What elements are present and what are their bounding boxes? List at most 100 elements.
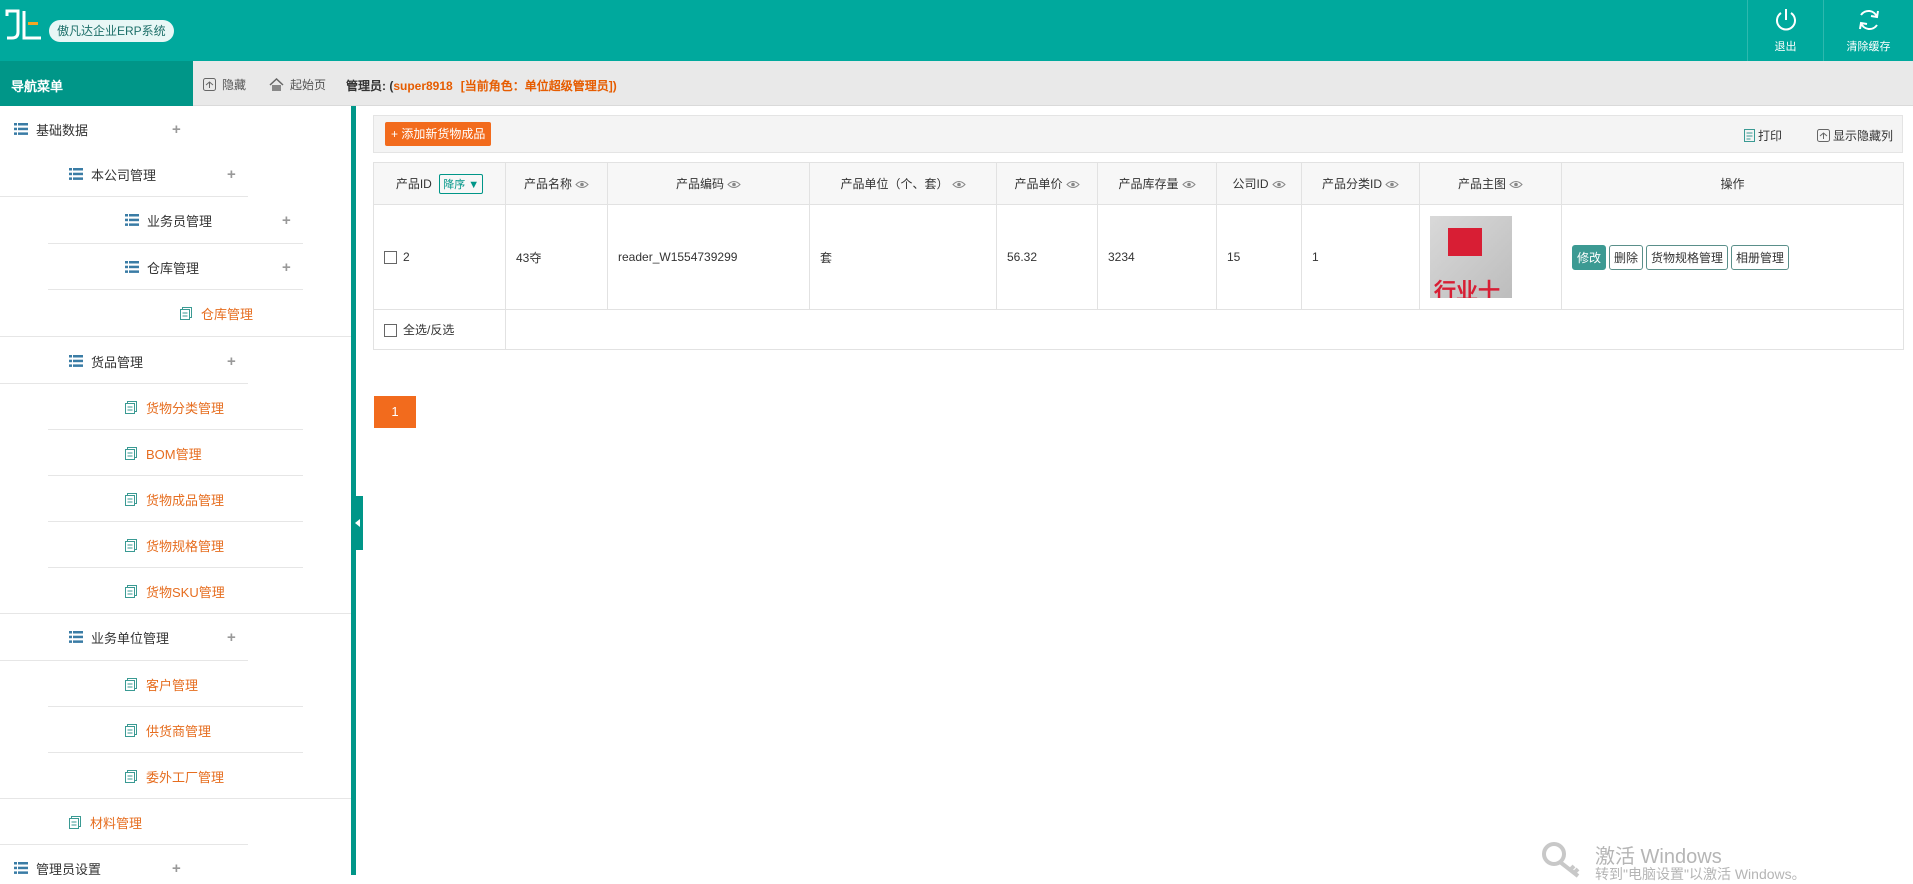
- eye-icon[interactable]: [1181, 180, 1196, 189]
- row-checkbox[interactable]: [384, 251, 397, 265]
- home-link[interactable]: 起始页: [269, 76, 326, 93]
- eye-icon[interactable]: [727, 180, 741, 189]
- eye-icon[interactable]: [1065, 180, 1080, 189]
- collapse-sidebar-handle[interactable]: [353, 496, 363, 550]
- sidebar-item-bom[interactable]: BOM管理: [125, 430, 202, 476]
- sidebar-item-admin-settings[interactable]: 管理员设置 +: [14, 845, 181, 876]
- show-hidden-columns-button[interactable]: 显示隐藏列: [1816, 127, 1893, 144]
- sidebar-item-label: BOM管理: [146, 446, 202, 462]
- cell-code: reader_W1554739299: [607, 204, 810, 310]
- col-header-code[interactable]: 产品编码: [607, 162, 810, 205]
- sidebar-item-label: 货物规格管理: [146, 538, 225, 554]
- divider: [0, 660, 248, 661]
- album-manage-button[interactable]: 相册管理: [1731, 244, 1790, 270]
- document-icon: [125, 492, 138, 506]
- col-header-company-id[interactable]: 公司ID: [1216, 162, 1302, 205]
- col-header-label: 操作: [1720, 177, 1745, 191]
- table-toolbar: + 添加新货物成品 打印 显示隐藏列: [373, 115, 1903, 153]
- sidebar-item-label: 委外工厂管理: [146, 769, 225, 785]
- eye-icon[interactable]: [951, 180, 966, 189]
- sidebar-item-label: 材料管理: [90, 815, 143, 831]
- sidebar-item-salesman[interactable]: 业务员管理 +: [125, 197, 291, 243]
- watermark-line2: 转到"电脑设置"以激活 Windows。: [1595, 866, 1806, 882]
- sidebar-item-warehouse-group[interactable]: 仓库管理 +: [125, 244, 291, 290]
- col-header-unit[interactable]: 产品单位（个、套）: [809, 162, 997, 205]
- admin-info: 管理员: (super8918 [当前角色：单位超级管理员]): [346, 77, 617, 94]
- sidebar-item-goods-spec[interactable]: 货物规格管理: [125, 522, 224, 568]
- page-button-current[interactable]: 1: [374, 396, 416, 428]
- document-icon: [125, 400, 138, 414]
- key-icon: [1542, 842, 1580, 878]
- logout-label: 退出: [1774, 41, 1797, 53]
- document-icon: [125, 538, 138, 552]
- sort-order-dropdown[interactable]: 降序 ▼: [439, 173, 484, 194]
- eye-icon[interactable]: [575, 180, 589, 189]
- power-icon: [1775, 9, 1796, 31]
- sidebar-item-suppliers[interactable]: 供货商管理: [125, 707, 211, 753]
- hide-sidebar-link[interactable]: 隐藏: [203, 76, 246, 93]
- col-header-label: 产品分类ID: [1321, 177, 1382, 191]
- add-product-button[interactable]: + 添加新货物成品: [385, 122, 492, 146]
- col-header-name[interactable]: 产品名称: [505, 162, 608, 205]
- sidebar-item-label: 管理员设置: [36, 861, 102, 876]
- sidebar-item-label: 货物SKU管理: [146, 584, 225, 600]
- sidebar-item-label: 本公司管理: [91, 167, 157, 183]
- sidebar-item-goods[interactable]: 货品管理 +: [69, 338, 236, 384]
- expand-icon[interactable]: +: [172, 860, 181, 876]
- cell-price: 56.32: [996, 204, 1098, 310]
- sidebar-item-outsource-factory[interactable]: 委外工厂管理: [125, 753, 224, 799]
- col-header-id[interactable]: 产品ID 降序 ▼: [373, 162, 506, 205]
- sidebar-item-label: 仓库管理: [147, 260, 200, 276]
- clear-cache-button[interactable]: 清除缓存: [1823, 0, 1913, 61]
- divider: [0, 798, 351, 799]
- col-header-label: 产品主图: [1457, 177, 1506, 191]
- cell-unit: 套: [809, 204, 997, 310]
- expand-icon[interactable]: +: [282, 212, 291, 229]
- sidebar-item-label: 业务员管理: [147, 213, 213, 229]
- expand-icon[interactable]: +: [227, 629, 236, 646]
- edit-button[interactable]: 修改: [1572, 244, 1607, 270]
- eye-icon[interactable]: [1509, 180, 1523, 189]
- spec-manage-button[interactable]: 货物规格管理: [1646, 244, 1729, 270]
- document-icon: [125, 677, 138, 691]
- document-icon: [125, 584, 138, 598]
- sidebar-item-materials[interactable]: 材料管理: [69, 799, 142, 845]
- cell-id-value: 2: [403, 249, 410, 264]
- sidebar-item-label: 货物分类管理: [146, 400, 225, 416]
- col-header-label: 产品编码: [675, 177, 724, 191]
- col-header-stock[interactable]: 产品库存量: [1097, 162, 1217, 205]
- table-header-row: 产品ID 降序 ▼ 产品名称 产品编码 产品单位（个、套） 产品单价 产品库存量…: [373, 162, 1904, 205]
- col-header-actions: 操作: [1561, 162, 1904, 205]
- sidebar-item-goods-category[interactable]: 货物分类管理: [125, 384, 224, 430]
- sidebar-splitter[interactable]: [351, 106, 356, 875]
- col-header-image[interactable]: 产品主图: [1419, 162, 1562, 205]
- print-button[interactable]: 打印: [1743, 127, 1782, 144]
- select-all-checkbox[interactable]: [384, 324, 397, 338]
- sidebar-item-warehouse[interactable]: 仓库管理: [180, 290, 253, 336]
- eye-icon[interactable]: [1271, 180, 1286, 189]
- sidebar-item-finished-goods[interactable]: 货物成品管理: [125, 476, 224, 522]
- product-thumbnail[interactable]: 行业十: [1430, 216, 1512, 298]
- document-icon: [180, 306, 193, 320]
- eye-icon[interactable]: [1385, 180, 1399, 189]
- nav-menu-title: 导航菜单: [0, 61, 193, 106]
- app-title: 傲凡达企业ERP系统: [49, 20, 174, 42]
- divider: [0, 613, 351, 614]
- sidebar-item-basic-data[interactable]: 基础数据 +: [14, 106, 181, 152]
- col-header-label: 产品库存量: [1118, 177, 1179, 191]
- sidebar-item-customers[interactable]: 客户管理: [125, 661, 198, 707]
- sidebar-item-company[interactable]: 本公司管理 +: [69, 151, 236, 197]
- expand-icon[interactable]: +: [227, 353, 236, 370]
- expand-icon[interactable]: +: [172, 121, 181, 138]
- logout-button[interactable]: 退出: [1747, 0, 1823, 61]
- clear-cache-label: 清除缓存: [1846, 41, 1891, 53]
- delete-button[interactable]: 删除: [1609, 244, 1644, 270]
- sidebar-item-business-units[interactable]: 业务单位管理 +: [69, 614, 236, 660]
- divider: [48, 289, 303, 290]
- admin-prefix: 管理员: (: [346, 79, 394, 93]
- col-header-category-id[interactable]: 产品分类ID: [1301, 162, 1420, 205]
- sidebar-item-goods-sku[interactable]: 货物SKU管理: [125, 568, 225, 614]
- expand-icon[interactable]: +: [282, 259, 291, 276]
- col-header-price[interactable]: 产品单价: [996, 162, 1098, 205]
- expand-icon[interactable]: +: [227, 166, 236, 183]
